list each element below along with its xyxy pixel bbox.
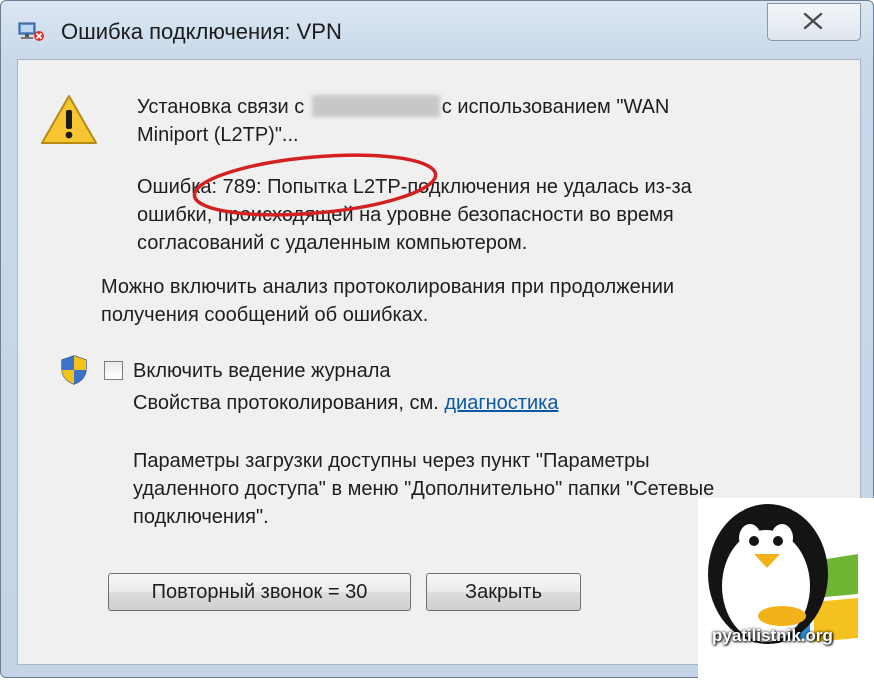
uac-shield-icon xyxy=(61,355,87,385)
params-line: подключения". xyxy=(133,506,269,528)
enable-logging-label[interactable]: Включить ведение журнала xyxy=(133,357,391,385)
info-line: Можно включить анализ протоколирования п… xyxy=(101,276,675,298)
watermark-logo xyxy=(698,498,874,678)
window-close-button[interactable] xyxy=(767,3,861,41)
error-line: согласований с удаленным компьютером. xyxy=(137,232,528,254)
watermark-text: pyatilistnik.org xyxy=(712,626,833,645)
title-bar[interactable]: Ошибка подключения: VPN xyxy=(1,1,873,59)
params-line: Параметры загрузки доступны через пункт … xyxy=(133,450,650,472)
logging-info-text: Можно включить анализ протоколирования п… xyxy=(101,273,761,329)
penguin-logo-icon xyxy=(708,504,858,644)
connection-message: Установка связи с с использованием "WAN … xyxy=(137,93,757,149)
diagnostics-link[interactable]: диагностика xyxy=(444,392,558,414)
network-connection-icon xyxy=(18,22,44,41)
parameters-text: Параметры загрузки доступны через пункт … xyxy=(133,447,793,531)
logging-properties-label: Свойства протоколирования, см. xyxy=(133,392,439,414)
logging-properties-text: Свойства протоколирования, см. диагности… xyxy=(133,389,558,417)
highlight-ellipse xyxy=(192,153,438,217)
close-button[interactable]: Закрыть xyxy=(426,573,581,611)
warning-icon xyxy=(41,95,97,144)
connection-message-prefix: Установка связи с xyxy=(137,96,305,118)
enable-logging-checkbox[interactable] xyxy=(104,361,123,380)
window-title: Ошибка подключения: VPN xyxy=(61,19,342,44)
info-line: получения сообщений об ошибках. xyxy=(101,304,429,326)
redial-button[interactable]: Повторный звонок = 30 xyxy=(108,573,411,611)
redacted-server-address xyxy=(311,95,440,117)
connection-message-line2: Miniport (L2TP)"... xyxy=(137,124,299,146)
close-icon xyxy=(803,13,823,29)
connection-message-suffix: с использованием "WAN xyxy=(441,96,670,118)
params-line: удаленного доступа" в меню "Дополнительн… xyxy=(133,478,715,500)
